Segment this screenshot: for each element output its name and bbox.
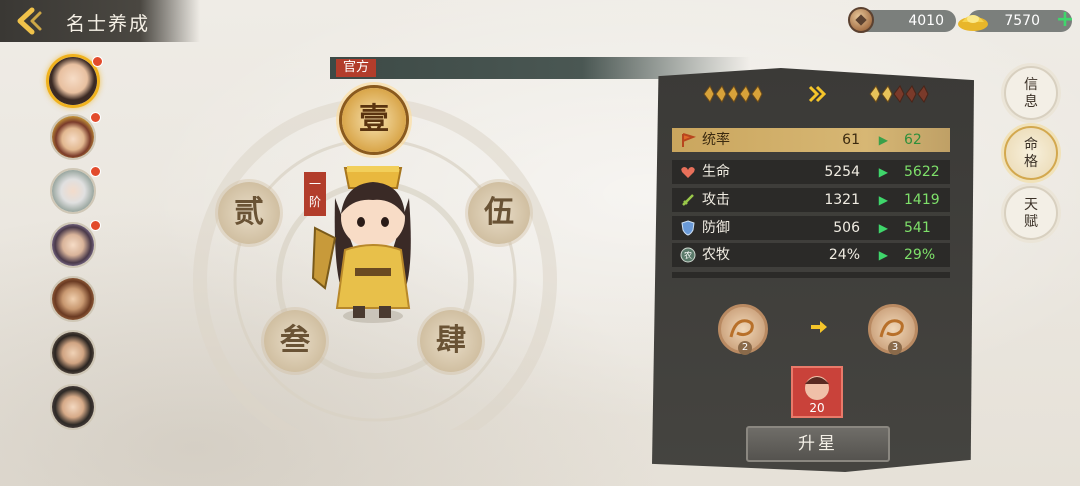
tier-badge: 一阶 bbox=[304, 172, 326, 216]
stat-row-partial bbox=[672, 272, 950, 278]
hero-avatar[interactable] bbox=[50, 384, 96, 430]
next-dragon-medal: 3 bbox=[868, 304, 918, 355]
svg-text:农: 农 bbox=[684, 250, 692, 260]
rank-label: 官方 bbox=[336, 59, 376, 77]
increase-arrow-icon: ▶ bbox=[878, 193, 888, 207]
heart-icon bbox=[681, 167, 695, 178]
hero-shard-item[interactable]: 20 bbox=[791, 366, 843, 418]
back-arrow-icon bbox=[17, 7, 42, 35]
stat-row-defense: 防御 506 ▶ 541 bbox=[672, 216, 950, 240]
tab-destiny[interactable]: 命格 bbox=[1004, 126, 1058, 180]
upgrade-star-button[interactable]: 升星 bbox=[746, 426, 890, 462]
increase-arrow-icon: ▶ bbox=[878, 133, 888, 147]
hero-avatar[interactable] bbox=[50, 222, 96, 268]
copper-value: 4010 bbox=[908, 13, 944, 29]
copper-currency: 4010 bbox=[848, 7, 956, 33]
notification-dot bbox=[90, 166, 101, 177]
hero-avatar[interactable] bbox=[50, 276, 96, 322]
notification-dot bbox=[90, 220, 101, 231]
hero-avatar[interactable] bbox=[50, 330, 96, 376]
gold-ingot-icon bbox=[958, 15, 988, 31]
gold-currency: 7570 + bbox=[958, 9, 1074, 32]
current-stars bbox=[703, 85, 763, 103]
notification-dot bbox=[90, 112, 101, 123]
stat-row-hp: 生命 5254 ▶ 5622 bbox=[672, 160, 950, 184]
next-stars bbox=[869, 85, 929, 103]
add-gold-button[interactable]: + bbox=[1054, 9, 1076, 32]
increase-arrow-icon: ▶ bbox=[878, 165, 888, 179]
flag-icon bbox=[682, 133, 696, 147]
stat-row-farming: 农 农牧 24% ▶ 29% bbox=[672, 243, 950, 267]
tab-talent[interactable]: 天赋 bbox=[1004, 186, 1058, 240]
hero-avatar[interactable] bbox=[50, 114, 96, 160]
stat-row-command: 统率 61 ▶ 62 bbox=[672, 128, 950, 152]
ring-node-2[interactable]: 贰 bbox=[218, 182, 280, 244]
hero-avatar[interactable] bbox=[50, 168, 96, 214]
notification-dot bbox=[92, 56, 103, 67]
arrow-right-icon bbox=[811, 321, 827, 333]
ring-node-5[interactable]: 伍 bbox=[468, 182, 530, 244]
tab-info[interactable]: 信息 bbox=[1004, 66, 1058, 120]
current-dragon-medal: 2 bbox=[718, 304, 768, 355]
increase-arrow-icon: ▶ bbox=[878, 248, 888, 262]
stat-row-attack: 攻击 1321 ▶ 1419 bbox=[672, 188, 950, 212]
ring-node-1[interactable]: 壹 bbox=[342, 88, 406, 152]
shield-icon bbox=[681, 220, 695, 236]
back-button[interactable] bbox=[10, 6, 46, 36]
page-title: 名士养成 bbox=[66, 13, 151, 35]
farming-icon: 农 bbox=[680, 247, 696, 263]
double-arrow-icon bbox=[808, 85, 827, 103]
gold-value: 7570 bbox=[1004, 13, 1040, 29]
increase-arrow-icon: ▶ bbox=[878, 221, 888, 235]
sword-icon bbox=[682, 194, 694, 206]
copper-coin-icon bbox=[848, 7, 874, 33]
